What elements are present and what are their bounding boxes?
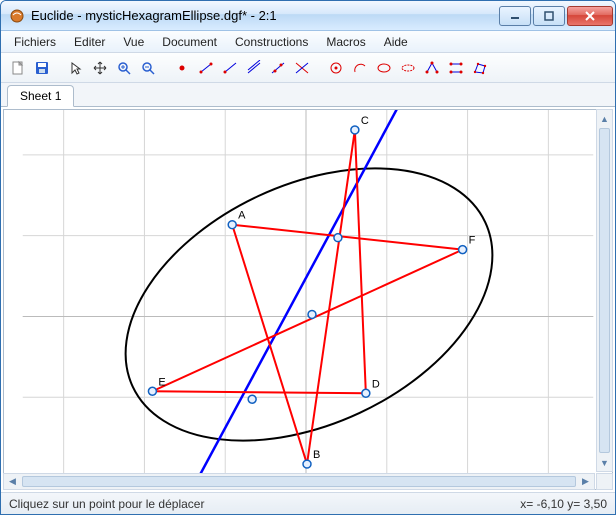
line-icon[interactable] [243, 57, 265, 79]
pointer-icon[interactable] [65, 57, 87, 79]
segment-icon[interactable] [195, 57, 217, 79]
maximize-button[interactable] [533, 6, 565, 26]
hex-segment[interactable] [307, 130, 355, 464]
menu-constructions[interactable]: Constructions [228, 33, 315, 51]
hex-segment[interactable] [232, 225, 307, 464]
app-window: Euclide - mysticHexagramEllipse.dgf* - 2… [0, 0, 616, 515]
conic-icon[interactable] [397, 57, 419, 79]
drawing-canvas[interactable]: A B C D E F [3, 109, 613, 490]
zoom-out-icon[interactable] [137, 57, 159, 79]
point-F[interactable] [459, 246, 467, 254]
point-label-B: B [313, 449, 320, 461]
menu-editer[interactable]: Editer [67, 33, 112, 51]
point-A[interactable] [228, 221, 236, 229]
statusbar: Cliquez sur un point pour le déplacer x=… [1, 492, 615, 514]
zoom-in-icon[interactable] [113, 57, 135, 79]
toolbar [1, 53, 615, 83]
hex-segment[interactable] [232, 225, 462, 250]
point-E[interactable] [148, 387, 156, 395]
intersect-icon[interactable] [291, 57, 313, 79]
vertical-scrollbar[interactable]: ▲ ▼ [596, 109, 613, 472]
intersection-point[interactable] [248, 395, 256, 403]
move-icon[interactable] [89, 57, 111, 79]
geometry-svg[interactable]: A B C D E F [4, 110, 612, 489]
titlebar[interactable]: Euclide - mysticHexagramEllipse.dgf* - 2… [1, 1, 615, 31]
point-label-A: A [238, 210, 246, 222]
point-D[interactable] [362, 389, 370, 397]
point-C[interactable] [351, 126, 359, 134]
status-message: Cliquez sur un point pour le déplacer [9, 497, 520, 511]
window-title: Euclide - mysticHexagramEllipse.dgf* - 2… [31, 8, 497, 23]
app-icon [9, 8, 25, 24]
menu-macros[interactable]: Macros [319, 33, 372, 51]
circle-center-icon[interactable] [325, 57, 347, 79]
scroll-left-icon[interactable]: ◀ [4, 474, 21, 489]
scroll-right-icon[interactable]: ▶ [577, 474, 594, 489]
intersection-point[interactable] [308, 310, 316, 318]
tab-sheet1[interactable]: Sheet 1 [7, 85, 74, 107]
parallel-icon[interactable] [267, 57, 289, 79]
tabbar: Sheet 1 [1, 83, 615, 107]
arc-icon[interactable] [349, 57, 371, 79]
canvas-area: A B C D E F ▲ ▼ ◀ ▶ [1, 107, 615, 492]
intersection-point[interactable] [334, 234, 342, 242]
menu-aide[interactable]: Aide [377, 33, 415, 51]
new-file-icon[interactable] [7, 57, 29, 79]
status-coords: x= -6,10 y= 3,50 [520, 497, 607, 511]
window-controls [497, 6, 613, 26]
scroll-down-icon[interactable]: ▼ [597, 454, 612, 471]
point-label-E: E [158, 376, 165, 388]
scroll-thumb-h[interactable] [22, 476, 576, 487]
horizontal-scrollbar[interactable]: ◀ ▶ [3, 473, 595, 490]
scroll-up-icon[interactable]: ▲ [597, 110, 612, 127]
hex-segment[interactable] [152, 391, 365, 393]
menubar: Fichiers Editer Vue Document Constructio… [1, 31, 615, 53]
polygon-icon[interactable] [469, 57, 491, 79]
close-button[interactable] [567, 6, 613, 26]
ray-icon[interactable] [219, 57, 241, 79]
point-icon[interactable] [171, 57, 193, 79]
save-icon[interactable] [31, 57, 53, 79]
menu-document[interactable]: Document [155, 33, 224, 51]
hex-segment[interactable] [152, 250, 462, 392]
scroll-thumb-v[interactable] [599, 128, 610, 453]
point-label-F: F [469, 235, 476, 247]
polygon4-icon[interactable] [445, 57, 467, 79]
point-B[interactable] [303, 460, 311, 468]
ellipse-icon[interactable] [373, 57, 395, 79]
point-label-C: C [361, 115, 369, 127]
menu-fichiers[interactable]: Fichiers [7, 33, 63, 51]
scroll-corner [596, 473, 613, 490]
point-label-D: D [372, 378, 380, 390]
menu-vue[interactable]: Vue [116, 33, 151, 51]
polygon3-icon[interactable] [421, 57, 443, 79]
minimize-button[interactable] [499, 6, 531, 26]
